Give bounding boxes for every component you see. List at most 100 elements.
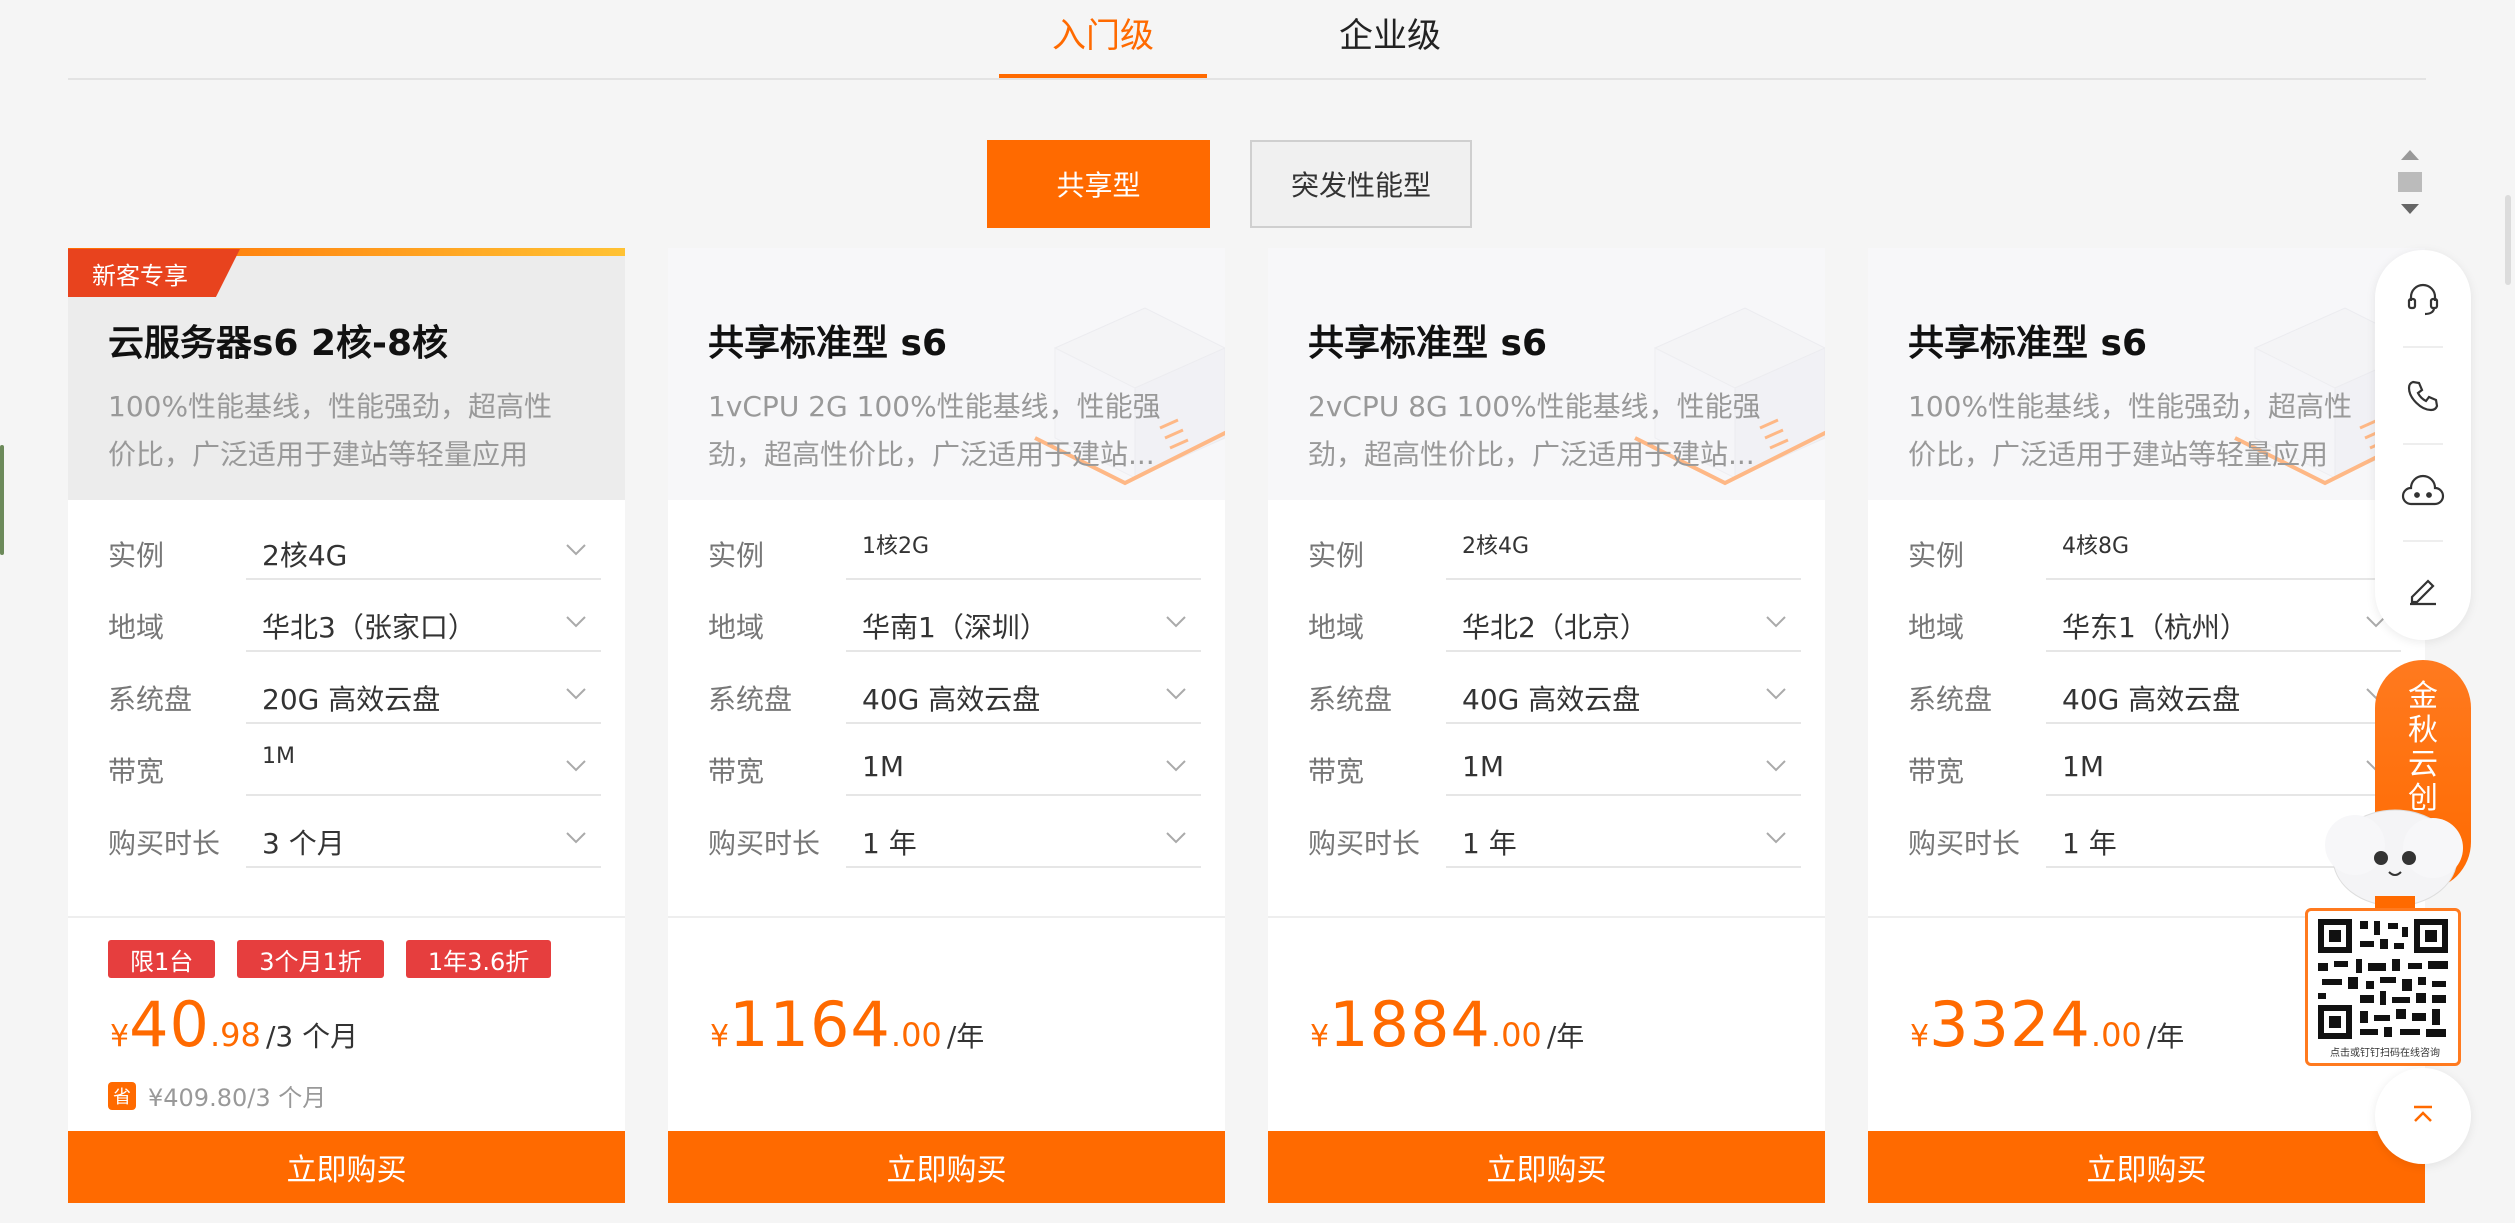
config-row-disk: 系统盘 20G 高效云盘 bbox=[108, 660, 601, 732]
chevron-down-icon bbox=[1766, 832, 1786, 844]
price-decimal: .00 bbox=[890, 1016, 942, 1054]
config-row-duration: 购买时长 1 年 bbox=[708, 804, 1201, 876]
chat-bot-icon[interactable] bbox=[2375, 444, 2471, 541]
config-label: 带宽 bbox=[1308, 755, 1365, 788]
config-label: 系统盘 bbox=[1908, 683, 1993, 716]
config-row-region: 地域 华南1（深圳） bbox=[708, 588, 1201, 660]
page-scrollbar[interactable] bbox=[2505, 195, 2511, 285]
tag-label: 新客专享 bbox=[68, 249, 240, 297]
active-tab-indicator bbox=[999, 74, 1207, 78]
config-label: 购买时长 bbox=[1308, 827, 1421, 860]
card-title: 云服务器s6 2核-8核 bbox=[108, 323, 449, 364]
subtab-burst[interactable]: 突发性能型 bbox=[1250, 140, 1472, 228]
select-value: 1M bbox=[262, 744, 295, 769]
price-integer: 1164 bbox=[729, 988, 891, 1061]
disk-select[interactable]: 40G 高效云盘 bbox=[846, 660, 1201, 724]
config-row-bandwidth: 带宽 1M bbox=[1908, 732, 2401, 804]
save-icon: 省 bbox=[108, 1081, 136, 1110]
currency-symbol: ¥ bbox=[1310, 1019, 1330, 1054]
config-label: 实例 bbox=[108, 539, 165, 572]
tab-enterprise-level[interactable]: 企业级 bbox=[1290, 8, 1490, 78]
instance-select[interactable]: 2核4G bbox=[246, 516, 601, 580]
edit-icon[interactable] bbox=[2375, 541, 2471, 638]
headset-icon[interactable] bbox=[2375, 250, 2471, 347]
chevron-down-icon bbox=[566, 832, 586, 844]
config-label: 地域 bbox=[708, 611, 765, 644]
buy-now-button[interactable]: 立即购买 bbox=[68, 1131, 625, 1203]
discount-badge: 限1台 bbox=[108, 940, 216, 978]
select-value: 1M bbox=[1462, 750, 1504, 783]
price-unit: /年 bbox=[946, 1020, 985, 1053]
price-integer: 3324 bbox=[1929, 988, 2091, 1061]
chevron-down-icon bbox=[1166, 832, 1186, 844]
chevron-down-icon bbox=[566, 544, 586, 556]
bandwidth-select[interactable]: 1M bbox=[1446, 732, 1801, 796]
region-select[interactable]: 华北3（张家口） bbox=[246, 588, 601, 652]
card-description: 2vCPU 8G 100%性能基线，性能强劲，超高性价比，广泛适用于建站... bbox=[1308, 390, 1761, 471]
card-header: 共享标准型 s6 100%性能基线，性能强劲，超高性价比，广泛适用于建站等轻量应用 bbox=[1868, 248, 2425, 500]
config-row-bandwidth: 带宽 1M bbox=[1308, 732, 1801, 804]
bandwidth-select[interactable]: 1M bbox=[2046, 732, 2401, 796]
config-label: 系统盘 bbox=[1308, 683, 1393, 716]
select-value: 1M bbox=[2062, 750, 2104, 783]
config-label: 带宽 bbox=[708, 755, 765, 788]
select-value: 4核8G bbox=[2062, 534, 2130, 559]
price: ¥3324.00 /年 bbox=[1910, 988, 2184, 1061]
config-label: 地域 bbox=[1308, 611, 1365, 644]
tab-entry-level[interactable]: 入门级 bbox=[999, 8, 1207, 78]
card-header: 共享标准型 s6 2vCPU 8G 100%性能基线，性能强劲，超高性价比，广泛适… bbox=[1268, 248, 1825, 500]
bandwidth-select[interactable]: 1M bbox=[246, 732, 601, 796]
qr-caption: 点击或钉钉扫码在线咨询 bbox=[2330, 1048, 2440, 1059]
product-card: 共享标准型 s6 2vCPU 8G 100%性能基线，性能强劲，超高性价比，广泛适… bbox=[1268, 248, 1825, 1203]
disk-select[interactable]: 40G 高效云盘 bbox=[1446, 660, 1801, 724]
config-label: 带宽 bbox=[1908, 755, 1965, 788]
region-select[interactable]: 华东1（杭州） bbox=[2046, 588, 2401, 652]
mini-scroll-control[interactable] bbox=[2395, 148, 2425, 218]
discount-badge: 1年3.6折 bbox=[405, 940, 552, 978]
config-label: 购买时长 bbox=[108, 827, 221, 860]
buy-now-button[interactable]: 立即购买 bbox=[1268, 1131, 1825, 1203]
instance-select[interactable]: 2核4G bbox=[1446, 516, 1801, 580]
config-row-duration: 购买时长 1 年 bbox=[1308, 804, 1801, 876]
select-value: 华南1（深圳） bbox=[862, 611, 1048, 644]
buy-now-button[interactable]: 立即购买 bbox=[1868, 1131, 2425, 1203]
select-value: 华东1（杭州） bbox=[2062, 611, 2248, 644]
config-label: 系统盘 bbox=[108, 683, 193, 716]
duration-select[interactable]: 1 年 bbox=[846, 804, 1201, 868]
disk-select[interactable]: 20G 高效云盘 bbox=[246, 660, 601, 724]
region-select[interactable]: 华南1（深圳） bbox=[846, 588, 1201, 652]
duration-select[interactable]: 3 个月 bbox=[246, 804, 601, 868]
bandwidth-select[interactable]: 1M bbox=[846, 732, 1201, 796]
disk-select[interactable]: 40G 高效云盘 bbox=[2046, 660, 2401, 724]
config-row-bandwidth: 带宽 1M bbox=[708, 732, 1201, 804]
product-card: 云服务器s6 2核-8核 100%性能基线，性能强劲，超高性价比，广泛适用于建站等… bbox=[68, 248, 625, 1203]
card-description: 1vCPU 2G 100%性能基线，性能强劲，超高性价比，广泛适用于建站... bbox=[708, 390, 1161, 471]
card-description: 100%性能基线，性能强劲，超高性价比，广泛适用于建站等轻量应用 bbox=[1908, 390, 2353, 471]
select-value: 华北2（北京） bbox=[1462, 611, 1648, 644]
tab-divider bbox=[68, 78, 2426, 80]
select-value: 40G 高效云盘 bbox=[2062, 683, 2241, 716]
left-edge-tab[interactable] bbox=[0, 445, 4, 555]
back-to-top-button[interactable] bbox=[2375, 1068, 2471, 1164]
card-divider bbox=[68, 916, 625, 918]
price-unit: /年 bbox=[1546, 1020, 1585, 1053]
config-label: 系统盘 bbox=[708, 683, 793, 716]
chevron-down-icon bbox=[1166, 688, 1186, 700]
qr-code[interactable]: 点击或钉钉扫码在线咨询 bbox=[2305, 908, 2461, 1066]
instance-select[interactable]: 1核2G bbox=[846, 516, 1201, 580]
duration-select[interactable]: 1 年 bbox=[1446, 804, 1801, 868]
buy-now-button[interactable]: 立即购买 bbox=[668, 1131, 1225, 1203]
instance-select[interactable]: 4核8G bbox=[2046, 516, 2401, 580]
select-value: 1核2G bbox=[862, 534, 930, 559]
subtab-shared[interactable]: 共享型 bbox=[987, 140, 1210, 228]
phone-icon[interactable] bbox=[2375, 347, 2471, 444]
price-decimal: .98 bbox=[210, 1016, 261, 1054]
config-row-region: 地域 华北2（北京） bbox=[1308, 588, 1801, 660]
card-title: 共享标准型 s6 bbox=[1908, 323, 2148, 364]
chevron-down-icon bbox=[566, 760, 586, 772]
select-value: 华北3（张家口） bbox=[262, 611, 476, 644]
price: ¥1164.00 /年 bbox=[710, 988, 984, 1061]
floating-contact-bar bbox=[2375, 250, 2471, 640]
config-label: 带宽 bbox=[108, 755, 165, 788]
region-select[interactable]: 华北2（北京） bbox=[1446, 588, 1801, 652]
